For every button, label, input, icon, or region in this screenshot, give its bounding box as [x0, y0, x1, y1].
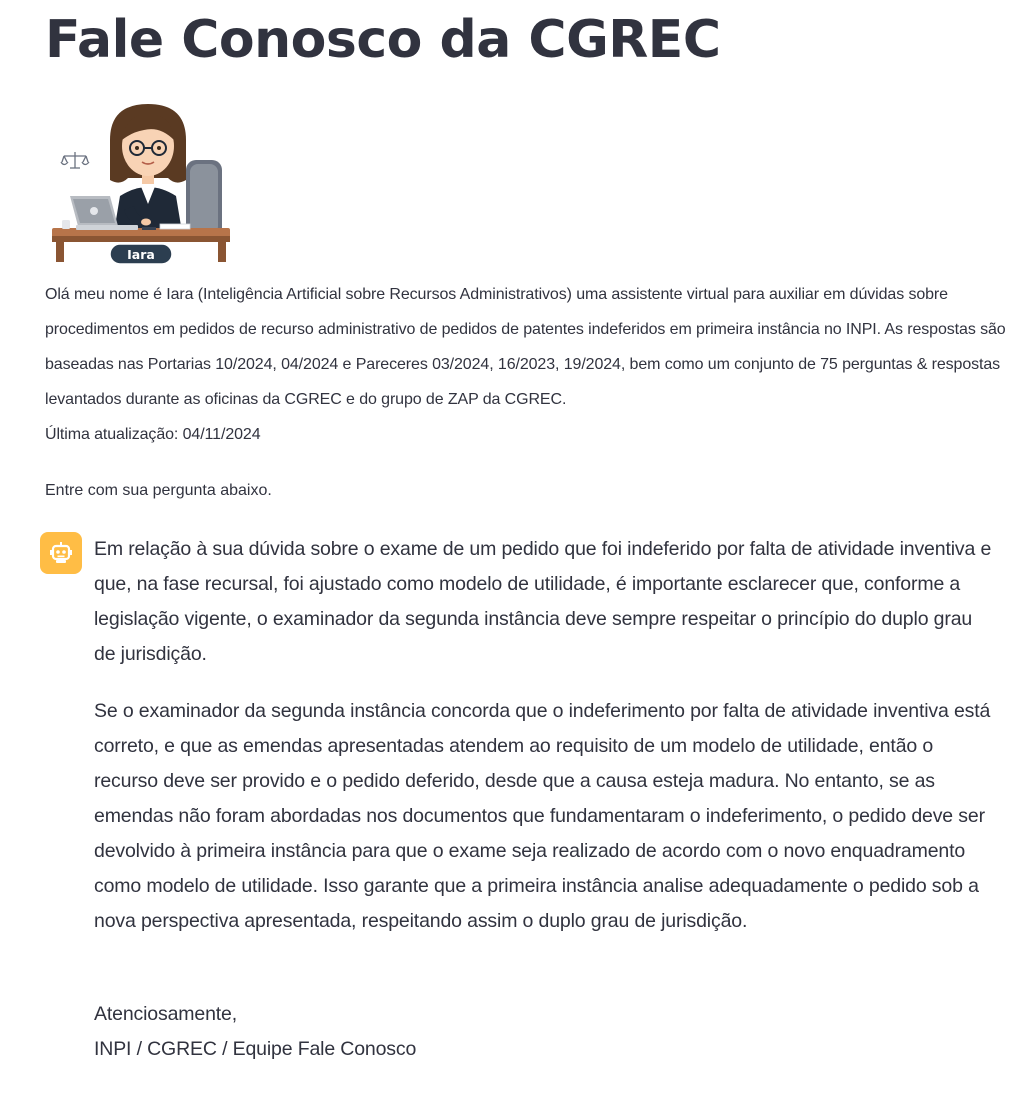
robot-icon: [50, 542, 72, 563]
scales-icon: [60, 152, 90, 169]
intro-text: Olá meu nome é Iara (Inteligência Artifi…: [45, 277, 1010, 452]
message-paragraph: Em relação à sua dúvida sobre o exame de…: [94, 538, 992, 665]
last-update-text: Última atualização: 04/11/2024: [45, 426, 261, 443]
name-badge: Iara: [127, 247, 155, 262]
assistant-chat-avatar: [40, 532, 82, 574]
intro-description: Olá meu nome é Iara (Inteligência Artifi…: [45, 286, 1006, 408]
assistant-avatar: Iara: [48, 100, 234, 268]
message-paragraph: Se o examinador da segunda instância con…: [94, 700, 991, 932]
page-title: Fale Conosco da CGREC: [45, 10, 721, 70]
message-closing: Atenciosamente,: [94, 1003, 238, 1025]
message-signature: INPI / CGREC / Equipe Fale Conosco: [94, 1038, 417, 1060]
assistant-avatar-illustration: Iara: [52, 104, 230, 265]
question-prompt: Entre com sua pergunta abaixo.: [45, 482, 272, 499]
